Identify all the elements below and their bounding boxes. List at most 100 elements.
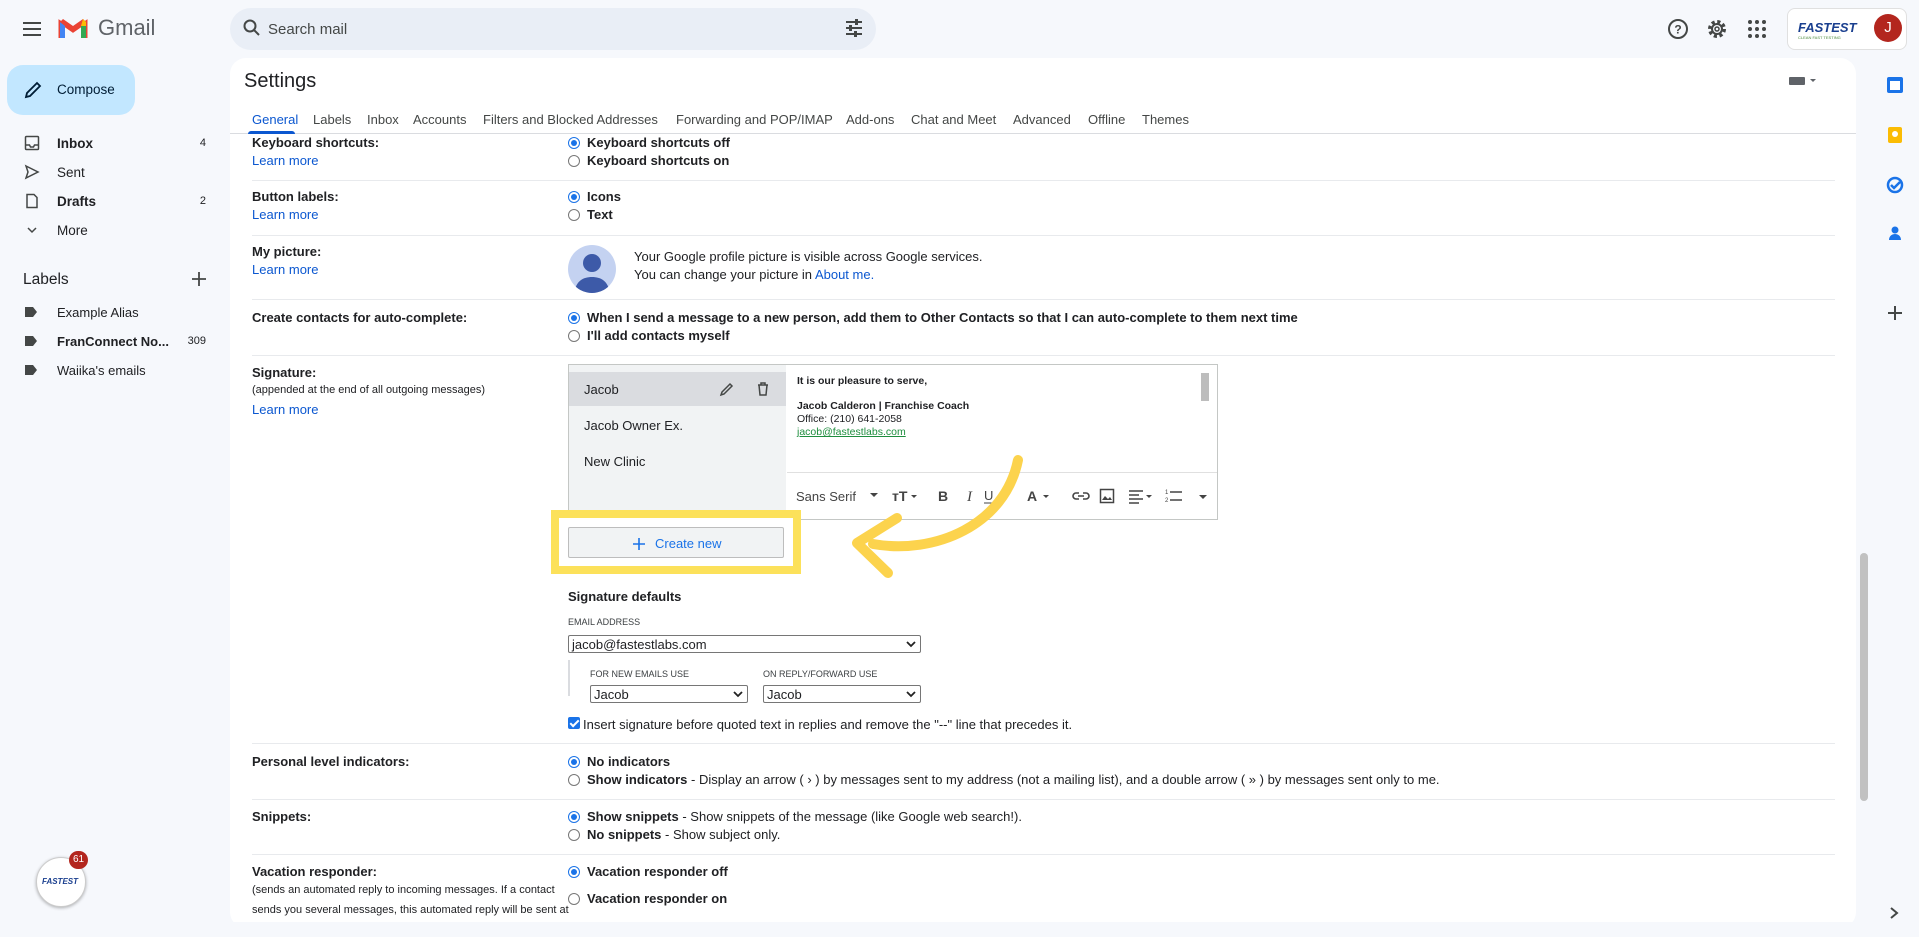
svg-text:1: 1 — [1165, 490, 1169, 496]
chevron-down-icon — [906, 691, 916, 699]
contacts-label: Create contacts for auto-complete: — [252, 310, 468, 325]
pointer-arrow — [845, 450, 1025, 590]
side-panel-rail — [1863, 58, 1919, 937]
vacation-sub-1: (sends an automated reply to incoming me… — [252, 884, 555, 896]
svg-text:2: 2 — [1165, 498, 1169, 504]
insert-signature-text: Insert signature before quoted text in r… — [583, 717, 1073, 732]
trash-icon[interactable] — [755, 381, 771, 397]
calendar-icon[interactable] — [1886, 76, 1904, 94]
link-icon[interactable] — [1072, 488, 1090, 504]
tab-offline[interactable]: Offline — [1088, 112, 1125, 127]
edit-pencil-icon[interactable] — [719, 381, 735, 397]
insert-signature-checkbox[interactable] — [568, 717, 580, 729]
compose-button[interactable]: Compose — [7, 65, 135, 115]
vacation-sub-2: sends you several messages, this automat… — [252, 904, 569, 916]
active-tab-indicator — [248, 131, 295, 134]
search-input[interactable]: Search mail — [268, 21, 347, 38]
org-logo-tagline: CLEAN FAST TESTING — [1798, 35, 1841, 40]
tab-inbox[interactable]: Inbox — [367, 112, 399, 127]
learn-more-link[interactable]: Learn more — [252, 207, 318, 222]
tab-accounts[interactable]: Accounts — [413, 112, 466, 127]
new-emails-signature-select[interactable]: Jacob — [590, 685, 748, 703]
sidebar-label-franconnect[interactable]: FranConnect No... 309 — [0, 329, 216, 353]
learn-more-link[interactable]: Learn more — [252, 262, 318, 277]
label-tag-icon — [24, 306, 38, 318]
email-address-select[interactable]: jacob@fastestlabs.com — [568, 635, 921, 653]
tab-labels[interactable]: Labels — [313, 112, 351, 127]
chevron-down-icon — [906, 641, 916, 649]
indicators-label: Personal level indicators: — [252, 754, 410, 769]
compose-label: Compose — [57, 82, 115, 97]
sidebar-item-inbox[interactable]: Inbox 4 — [0, 129, 216, 157]
learn-more-link[interactable]: Learn more — [252, 153, 318, 168]
tab-addons[interactable]: Add-ons — [846, 112, 894, 127]
learn-more-link[interactable]: Learn more — [252, 402, 318, 417]
reply-signature-select[interactable]: Jacob — [763, 685, 921, 703]
inbox-count: 4 — [199, 137, 206, 149]
settings-tabs: General Labels Inbox Accounts Filters an… — [230, 102, 1856, 134]
get-addons-plus-icon[interactable] — [1886, 304, 1904, 322]
editor-scrollbar[interactable] — [1201, 373, 1209, 401]
sidebar-label-waiika[interactable]: Waiika's emails — [0, 358, 216, 382]
signature-item[interactable]: Jacob — [569, 372, 786, 406]
about-me-link[interactable]: About me. — [815, 267, 874, 282]
gmail-logo-icon[interactable] — [58, 16, 88, 40]
signature-content[interactable]: It is our pleasure to serve, Jacob Calde… — [797, 375, 969, 439]
create-new-signature-button[interactable]: Create new — [568, 527, 784, 558]
text-color-icon[interactable]: A — [1027, 488, 1053, 504]
keep-icon[interactable] — [1886, 126, 1904, 144]
signature-list: Jacob Jacob Owner Ex. New Clinic — [569, 365, 786, 519]
signature-item[interactable]: Jacob Owner Ex. — [569, 408, 786, 442]
chevron-down-icon — [733, 691, 743, 699]
chat-app-logo: FASTEST — [42, 877, 79, 886]
tab-chat-meet[interactable]: Chat and Meet — [911, 112, 996, 127]
insert-image-icon[interactable] — [1099, 488, 1115, 504]
divider — [252, 235, 1835, 236]
hide-side-panel-icon[interactable] — [1887, 906, 1901, 920]
input-tools-icon[interactable] — [1788, 74, 1818, 88]
email-address-caption: EMAIL ADDRESS — [568, 617, 641, 627]
draft-icon — [24, 193, 40, 209]
add-label-icon[interactable] — [190, 270, 208, 288]
pencil-icon — [23, 80, 43, 100]
reply-forward-caption: ON REPLY/FORWARD USE — [763, 669, 878, 679]
svg-text:A: A — [1027, 488, 1037, 504]
sidebar-item-sent[interactable]: Sent — [0, 158, 216, 186]
search-options-icon[interactable] — [844, 18, 864, 38]
drafts-count: 2 — [199, 195, 206, 207]
picture-change-text: You can change your picture in About me. — [634, 267, 875, 282]
help-icon[interactable]: ? — [1666, 17, 1690, 41]
signature-sub: (appended at the end of all outgoing mes… — [252, 384, 485, 396]
search-bar[interactable]: Search mail — [230, 8, 876, 50]
tab-general[interactable]: General — [252, 112, 298, 127]
sidebar-item-more[interactable]: More — [0, 216, 216, 244]
main-menu-icon[interactable] — [20, 17, 44, 41]
avatar[interactable]: J — [1874, 14, 1902, 42]
align-icon[interactable] — [1128, 488, 1154, 504]
search-icon[interactable] — [242, 18, 262, 38]
numbered-list-icon[interactable]: 12 — [1165, 488, 1183, 504]
inbox-icon — [24, 135, 40, 151]
tab-filters[interactable]: Filters and Blocked Addresses — [483, 112, 658, 127]
sidebar-label-example-alias[interactable]: Example Alias — [0, 300, 216, 324]
my-picture-label: My picture: — [252, 244, 322, 259]
sidebar-item-drafts[interactable]: Drafts 2 — [0, 187, 216, 215]
chevron-down-icon — [24, 222, 40, 238]
settings-gear-icon[interactable] — [1705, 17, 1729, 41]
label-count: 309 — [187, 335, 206, 347]
contacts-icon[interactable] — [1886, 224, 1904, 242]
signature-defaults-title: Signature defaults — [568, 589, 682, 604]
apps-grid-icon[interactable] — [1745, 17, 1769, 41]
defaults-indent-line — [568, 660, 570, 696]
tab-themes[interactable]: Themes — [1142, 112, 1189, 127]
tab-forwarding[interactable]: Forwarding and POP/IMAP — [676, 112, 833, 127]
label-name: Example Alias — [57, 305, 139, 320]
divider — [252, 355, 1835, 356]
signature-item[interactable]: New Clinic — [569, 444, 786, 478]
app-name: Gmail — [98, 15, 156, 40]
svg-text:?: ? — [1674, 23, 1681, 37]
profile-picture[interactable] — [568, 245, 616, 293]
more-formatting-icon[interactable] — [1198, 488, 1208, 504]
tasks-icon[interactable] — [1886, 176, 1904, 194]
tab-advanced[interactable]: Advanced — [1013, 112, 1071, 127]
